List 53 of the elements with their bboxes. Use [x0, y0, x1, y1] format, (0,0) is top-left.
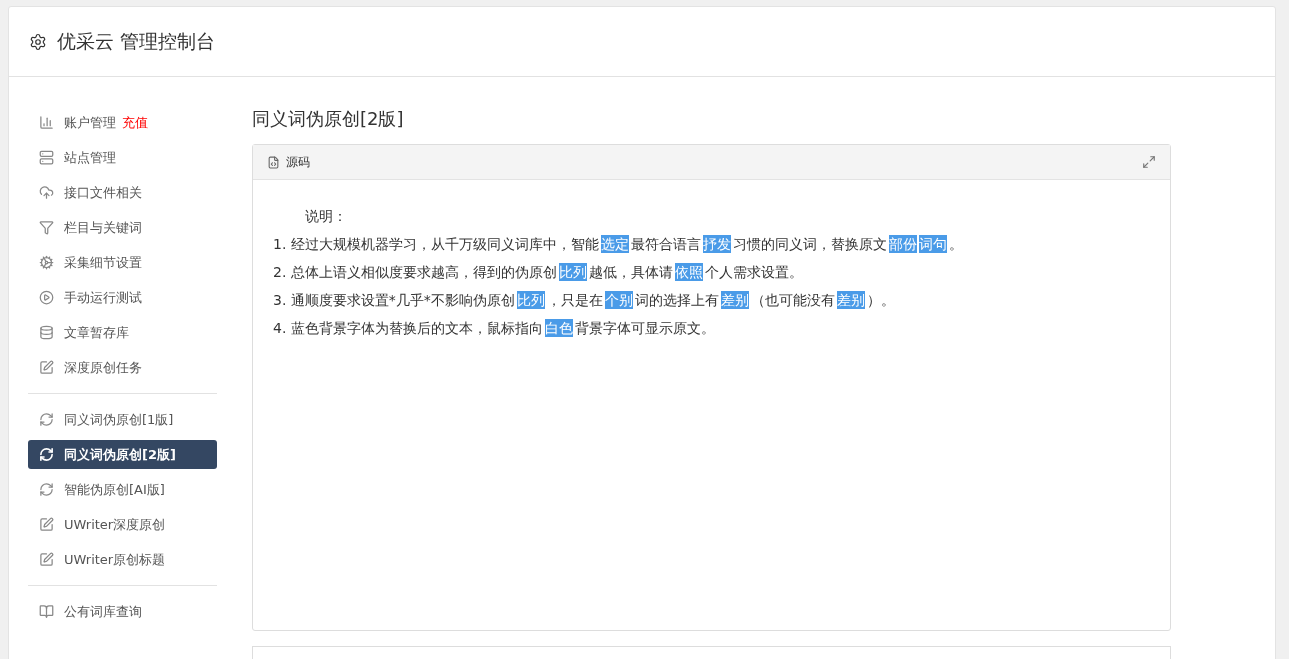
sidebar-label: 站点管理: [64, 148, 116, 167]
note-line: 4. 蓝色背景字体为替换后的文本，鼠标指向 白色背景字体可显示原文。: [272, 318, 716, 339]
console-title: 优采云 管理控制台: [57, 28, 216, 54]
edit-icon: [39, 360, 54, 375]
edit-icon: [39, 552, 54, 567]
edit-icon: [39, 517, 54, 532]
sidebar-item[interactable]: 文章暂存库: [28, 318, 217, 347]
note-line: 1. 经过大规模机器学习，从千万级同义词库中，智能选定 最符合语言抒发 习惯的同义词，替换原文 部份词句。: [272, 234, 964, 255]
sidebar-item[interactable]: 公有词库查询: [28, 597, 217, 626]
sidebar-item[interactable]: 采集细节设置: [28, 248, 217, 277]
sidebar-label: 同义词伪原创[1版]: [64, 410, 174, 429]
sidebar-item[interactable]: 手动运行测试: [28, 283, 217, 312]
sidebar-item[interactable]: 同义词伪原创[1版]: [28, 405, 217, 434]
sidebar-label: 深度原创任务: [64, 358, 142, 377]
page-title: 同义词伪原创[2版]: [252, 107, 405, 131]
sidebar-label: 栏目与关键词: [64, 218, 142, 237]
sidebar-label: UWriter深度原创: [64, 515, 166, 534]
sidebar-item[interactable]: UWriter原创标题: [28, 545, 217, 574]
sidebar-label: 接口文件相关: [64, 183, 142, 202]
cloud-upload-icon: [39, 185, 54, 200]
fullscreen-icon[interactable]: [1142, 155, 1156, 169]
refresh-icon: [39, 412, 54, 427]
note-heading: 说明：: [304, 207, 348, 226]
source-tab[interactable]: 源码: [286, 153, 310, 171]
recharge-link[interactable]: 充值: [122, 113, 148, 132]
play-icon: [39, 290, 54, 305]
sidebar-label: 同义词伪原创[2版]: [64, 445, 176, 464]
sidebar-item[interactable]: 账户管理 充值: [28, 108, 217, 137]
sidebar-label: 文章暂存库: [64, 323, 129, 342]
sidebar-label: UWriter原创标题: [64, 550, 166, 569]
note-line: 2. 总体上语义相似度要求越高，得到的伪原创 比列 越低，具体请依照 个人需求设置。: [272, 262, 804, 283]
sidebar-item[interactable]: 智能伪原创[AI版]: [28, 475, 217, 504]
sidebar-label: 公有词库查询: [64, 602, 142, 621]
book-icon: [39, 604, 54, 619]
note-line: 3. 通顺度要求设置*几乎*不影响伪原创 比列，只是在个别 词的选择上有差别（也可能没有差别）。: [272, 290, 896, 311]
bar-chart-icon: [39, 115, 54, 130]
server-icon: [39, 150, 54, 165]
sidebar-item[interactable]: 站点管理: [28, 143, 217, 172]
refresh-icon: [39, 482, 54, 497]
sidebar-item[interactable]: 深度原创任务: [28, 353, 217, 382]
sidebar-item[interactable]: 接口文件相关: [28, 178, 217, 207]
code-file-icon: [267, 155, 280, 169]
database-icon: [39, 325, 54, 340]
settings-icon: [29, 32, 47, 51]
sidebar-item[interactable]: 同义词伪原创[2版]: [28, 440, 217, 469]
sidebar-label: 采集细节设置: [64, 253, 142, 272]
sidebar-label: 账户管理: [64, 113, 116, 132]
sidebar-label: 智能伪原创[AI版]: [64, 480, 165, 499]
sidebar-item[interactable]: 栏目与关键词: [28, 213, 217, 242]
sidebar-item[interactable]: UWriter深度原创: [28, 510, 217, 539]
filter-icon: [39, 220, 54, 235]
refresh-icon: [39, 447, 54, 462]
sidebar-label: 手动运行测试: [64, 288, 142, 307]
